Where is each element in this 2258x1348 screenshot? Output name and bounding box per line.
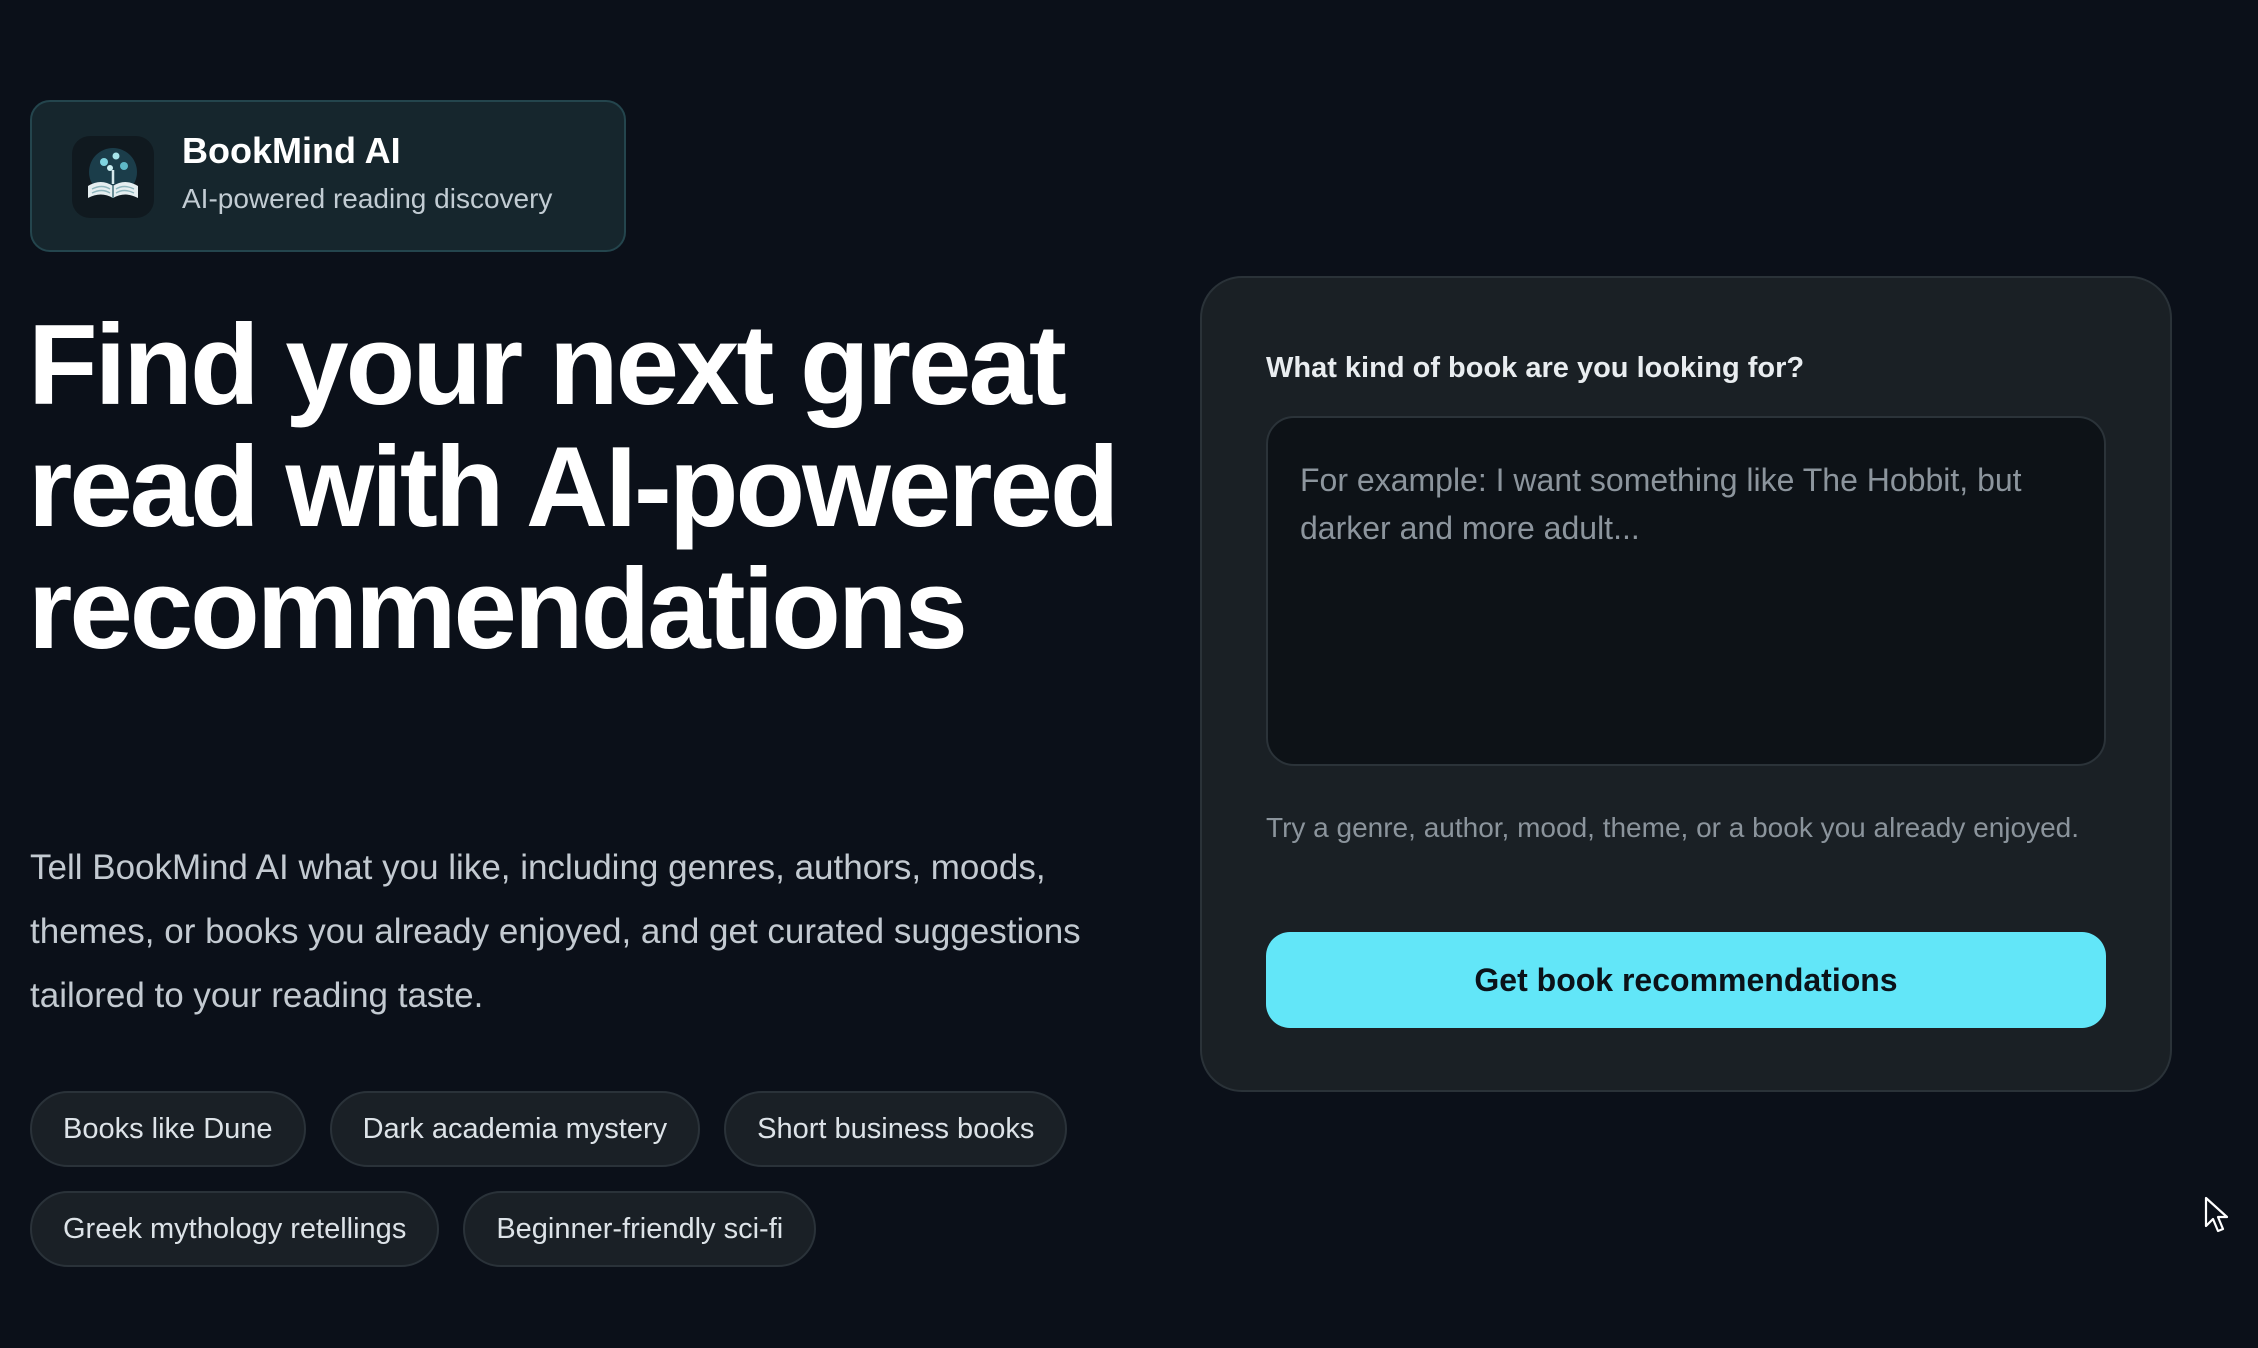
query-hint: Try a genre, author, mood, theme, or a b…	[1266, 812, 2079, 843]
book-query-input[interactable]	[1266, 416, 2106, 766]
suggestion-chip-dune[interactable]: Books like Dune	[30, 1091, 306, 1167]
brand-name: BookMind AI	[182, 130, 401, 171]
mouse-cursor-icon	[2204, 1196, 2230, 1234]
suggestion-chips: Books like Dune Dark academia mystery Sh…	[30, 1091, 1160, 1267]
query-label: What kind of book are you looking for?	[1266, 352, 1805, 384]
book-logo-icon	[72, 136, 154, 218]
hero-description: Tell BookMind AI what you like, includin…	[30, 848, 1081, 1015]
suggestion-chip-dark-academia[interactable]: Dark academia mystery	[329, 1091, 701, 1167]
brand-tagline: AI-powered reading discovery	[182, 183, 553, 214]
suggestion-chip-business-books[interactable]: Short business books	[724, 1091, 1068, 1167]
suggestion-chip-greek-mythology[interactable]: Greek mythology retellings	[30, 1191, 440, 1267]
get-recommendations-button[interactable]: Get book recommendations	[1266, 932, 2106, 1028]
suggestion-chip-beginner-scifi[interactable]: Beginner-friendly sci-fi	[463, 1191, 817, 1267]
brand-card: BookMind AI AI-powered reading discovery	[30, 100, 626, 252]
recommendation-form-panel: What kind of book are you looking for? T…	[1200, 276, 2172, 1092]
hero-title: Find your next great read with AI-powere…	[28, 302, 1120, 673]
